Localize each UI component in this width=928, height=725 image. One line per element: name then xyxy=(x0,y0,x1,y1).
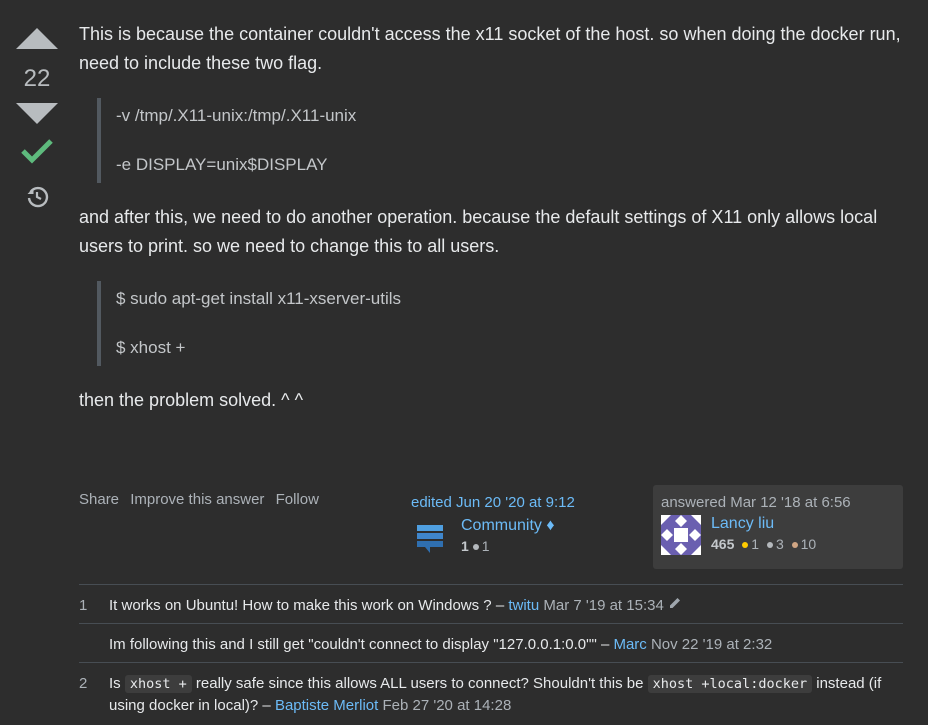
comment-text: Is xyxy=(109,675,125,692)
silver-badge-count: 3 xyxy=(775,536,784,552)
history-icon[interactable] xyxy=(12,185,62,214)
quote-line: $ xhost + xyxy=(116,338,186,357)
reputation: 465 xyxy=(711,536,735,552)
edited-signature: edited Jun 20 '20 at 9:12 Community ♦ 11 xyxy=(411,494,631,557)
user-avatar[interactable] xyxy=(661,515,701,555)
answer-paragraph: This is because the container couldn't a… xyxy=(79,24,901,73)
community-avatar[interactable] xyxy=(411,517,451,557)
gold-badge-count: 1 xyxy=(751,536,760,552)
upvote-arrow-icon[interactable] xyxy=(16,28,58,49)
downvote-arrow-icon[interactable] xyxy=(16,103,58,124)
gold-badge-icon xyxy=(742,541,749,548)
answered-signature: answered Mar 12 '18 at 6:56 Lancy liu 46… xyxy=(653,485,903,569)
vote-count: 22 xyxy=(23,65,51,92)
comment: 1 It works on Ubuntu! How to make this w… xyxy=(79,585,903,624)
comment-user-link[interactable]: twitu xyxy=(508,597,539,614)
comment-text: really safe since this allows ALL users … xyxy=(191,675,648,692)
answered-timestamp[interactable]: answered Mar 12 '18 at 6:56 xyxy=(661,494,895,511)
accepted-checkmark-icon xyxy=(12,138,62,169)
bronze-badge-count: 10 xyxy=(800,536,817,552)
badge-count: 1 xyxy=(481,538,490,554)
comment-text: Im following this and I still get "could… xyxy=(109,636,614,653)
comments-list: 1 It works on Ubuntu! How to make this w… xyxy=(79,584,903,723)
follow-link[interactable]: Follow xyxy=(276,491,319,508)
quote-line: -v /tmp/.X11-unix:/tmp/.X11-unix xyxy=(116,106,357,125)
comment: Im following this and I still get "could… xyxy=(79,624,903,663)
answer-paragraph: then the problem solved. ^ ^ xyxy=(79,390,304,410)
comment-user-link[interactable]: Baptiste Merliot xyxy=(275,697,378,714)
vote-column: 22 xyxy=(12,28,62,214)
reputation: 1 xyxy=(461,538,469,554)
answer-body: This is because the container couldn't a… xyxy=(79,20,909,415)
comment-text: It works on Ubuntu! How to make this wor… xyxy=(109,597,509,614)
quote-line: $ sudo apt-get install x11-xserver-utils xyxy=(116,289,402,308)
inline-code: xhost +local:docker xyxy=(647,675,813,693)
comment-score: 2 xyxy=(79,675,88,692)
improve-answer-link[interactable]: Improve this answer xyxy=(130,491,264,508)
comment-score: 1 xyxy=(79,597,88,614)
post-actions: Share Improve this answer Follow xyxy=(79,491,326,508)
blockquote: $ sudo apt-get install x11-xserver-utils… xyxy=(97,281,909,366)
inline-code: xhost + xyxy=(124,675,192,693)
answerer-user-link[interactable]: Lancy liu xyxy=(711,515,816,533)
share-link[interactable]: Share xyxy=(79,491,119,508)
comment-score xyxy=(79,634,109,655)
comment-user-link[interactable]: Marc xyxy=(613,636,646,653)
bronze-badge-icon xyxy=(791,541,798,548)
comment: 2 Is xhost + really safe since this allo… xyxy=(79,663,903,723)
blockquote: -v /tmp/.X11-unix:/tmp/.X11-unix -e DISP… xyxy=(97,98,909,183)
edit-pencil-icon xyxy=(668,597,682,614)
edited-timestamp[interactable]: edited Jun 20 '20 at 9:12 xyxy=(411,494,631,511)
silver-badge-icon xyxy=(472,543,479,550)
silver-badge-icon xyxy=(766,541,773,548)
moderator-diamond-icon: ♦ xyxy=(546,517,555,534)
comment-timestamp[interactable]: Mar 7 '19 at 15:34 xyxy=(543,597,663,614)
comment-timestamp[interactable]: Nov 22 '19 at 2:32 xyxy=(651,636,772,653)
comment-timestamp[interactable]: Feb 27 '20 at 14:28 xyxy=(382,697,511,714)
quote-line: -e DISPLAY=unix$DISPLAY xyxy=(116,155,328,174)
answer-paragraph: and after this, we need to do another op… xyxy=(79,207,878,256)
community-user-link[interactable]: Community xyxy=(461,517,542,534)
